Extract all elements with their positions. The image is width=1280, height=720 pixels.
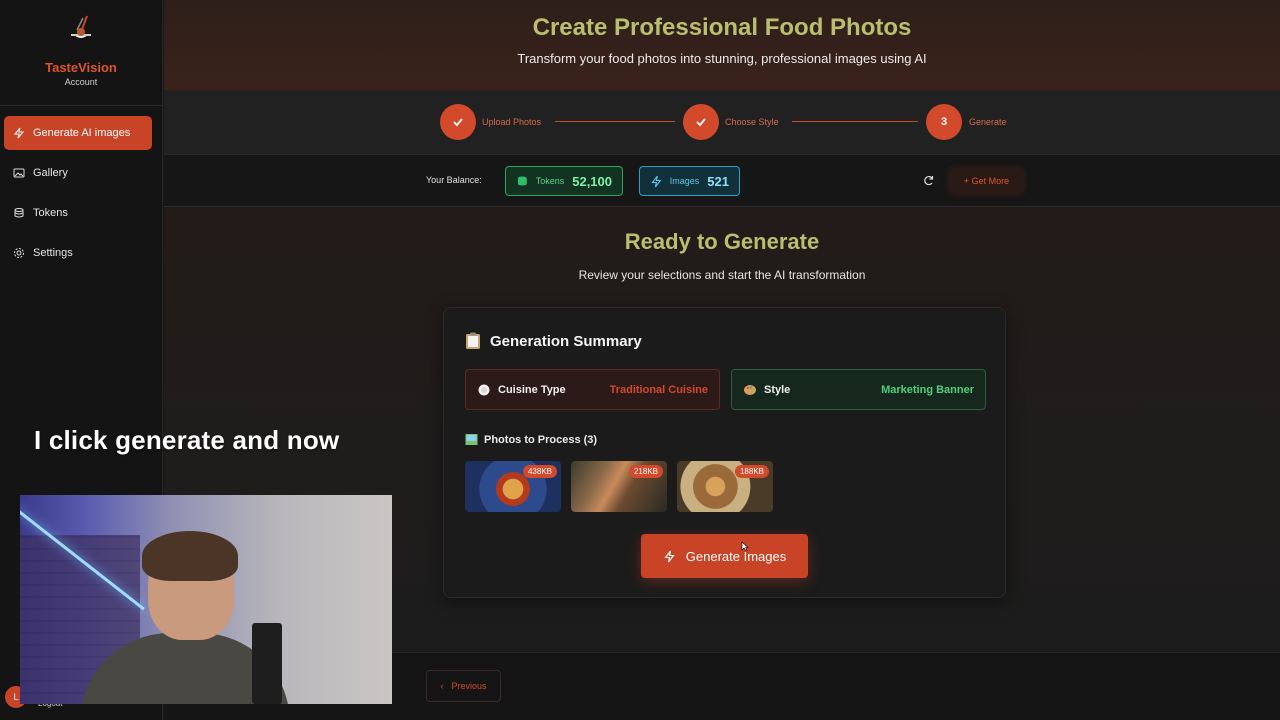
clipboard-icon: [466, 332, 480, 349]
cuisine-label: Cuisine Type: [498, 383, 566, 396]
lightning-icon: [664, 550, 675, 562]
brand-name: TasteVision: [45, 60, 117, 75]
sidebar-item-tokens[interactable]: Tokens: [4, 196, 152, 230]
app-window: TasteVision Account Generate AI images G…: [0, 0, 1280, 720]
sidebar-item-label: Gallery: [33, 167, 68, 179]
check-icon: [453, 118, 463, 127]
images-balance-badge: Images 521: [639, 166, 740, 196]
page-subtitle: Transform your food photos into stunning…: [517, 51, 927, 66]
check-icon: [696, 118, 706, 127]
ready-subtitle: Review your selections and start the AI …: [578, 268, 866, 282]
previous-label: Previous: [451, 681, 487, 691]
webcam-overlay: [20, 495, 392, 704]
cuisine-value: Traditional Cuisine: [609, 383, 708, 396]
lightning-icon: [13, 127, 25, 139]
photo-thumbnail[interactable]: 188KB: [677, 461, 773, 512]
tokens-value: 52,100: [572, 173, 612, 189]
previous-button[interactable]: ‹ Previous: [426, 670, 501, 702]
photos-label-text: Photos to Process (3): [484, 433, 598, 446]
photo-thumbnail[interactable]: 438KB: [465, 461, 561, 512]
photo-thumbnail[interactable]: 218KB: [571, 461, 667, 512]
step-upload-photos-done[interactable]: [440, 104, 476, 140]
lightning-icon: [651, 175, 662, 187]
hero-header: Create Professional Food Photos Transfor…: [164, 0, 1280, 90]
refresh-icon[interactable]: [922, 174, 935, 187]
picture-icon: [465, 434, 478, 445]
brand-subtitle: Account: [64, 77, 98, 87]
step-connector: [792, 121, 918, 122]
generate-button-label: Generate Images: [685, 548, 787, 564]
get-more-button[interactable]: + Get More: [950, 169, 1023, 193]
page-title: Create Professional Food Photos: [532, 14, 912, 41]
file-size-badge: 438KB: [522, 465, 557, 478]
style-box: Style Marketing Banner: [731, 369, 986, 410]
sidebar-item-label: Tokens: [33, 207, 68, 219]
style-value: Marketing Banner: [881, 383, 974, 396]
person-hair: [142, 531, 238, 581]
speaker: [252, 623, 282, 704]
video-caption: I click generate and now: [34, 425, 340, 455]
sidebar-item-gallery[interactable]: Gallery: [4, 156, 152, 190]
step-choose-style-done[interactable]: [683, 104, 719, 140]
chef-logo-icon: [71, 15, 91, 38]
sidebar-item-generate-ai-images[interactable]: Generate AI images: [4, 116, 152, 150]
tokens-balance-badge: Tokens 52,100: [505, 166, 623, 196]
coins-icon: [13, 207, 25, 219]
step-label-upload-photos: Upload Photos: [482, 117, 542, 127]
file-size-badge: 218KB: [628, 465, 663, 478]
image-icon: [13, 167, 25, 179]
step-connector: [555, 121, 675, 122]
palette-icon: [744, 384, 756, 395]
sidebar-nav: Generate AI images Gallery Tokens Settin…: [0, 106, 162, 270]
brand: TasteVision Account: [0, 0, 162, 106]
coins-icon: [517, 176, 527, 186]
sidebar-item-settings[interactable]: Settings: [4, 236, 152, 270]
step-label-choose-style: Choose Style: [725, 117, 779, 127]
step-generate-current[interactable]: 3: [926, 104, 962, 140]
ready-title: Ready to Generate: [624, 229, 820, 254]
summary-title-text: Generation Summary: [490, 332, 642, 350]
progress-stepper: Upload Photos Choose Style 3 Generate: [164, 90, 1280, 154]
generation-summary-card: Generation Summary Cuisine Type Traditio…: [443, 307, 1006, 598]
summary-title: Generation Summary: [465, 332, 642, 350]
sidebar-item-label: Generate AI images: [33, 127, 131, 139]
tokens-label: Tokens: [535, 176, 565, 186]
style-label: Style: [764, 383, 791, 396]
sidebar-item-label: Settings: [33, 247, 73, 259]
chevron-left-icon: ‹: [440, 681, 444, 691]
mouse-cursor-icon: [741, 541, 749, 552]
images-value: 521: [707, 173, 729, 189]
balance-label: Your Balance:: [426, 175, 482, 185]
generate-images-button[interactable]: Generate Images: [641, 534, 808, 578]
photos-to-process-label: Photos to Process (3): [465, 433, 597, 446]
balance-bar: Your Balance: Tokens 52,100 Images 521 +…: [164, 154, 1280, 207]
plate-icon: [478, 384, 490, 395]
images-label: Images: [669, 176, 700, 186]
file-size-badge: 188KB: [734, 465, 769, 478]
cuisine-type-box: Cuisine Type Traditional Cuisine: [465, 369, 720, 410]
gear-icon: [13, 247, 25, 259]
step-label-generate: Generate: [969, 117, 1007, 127]
